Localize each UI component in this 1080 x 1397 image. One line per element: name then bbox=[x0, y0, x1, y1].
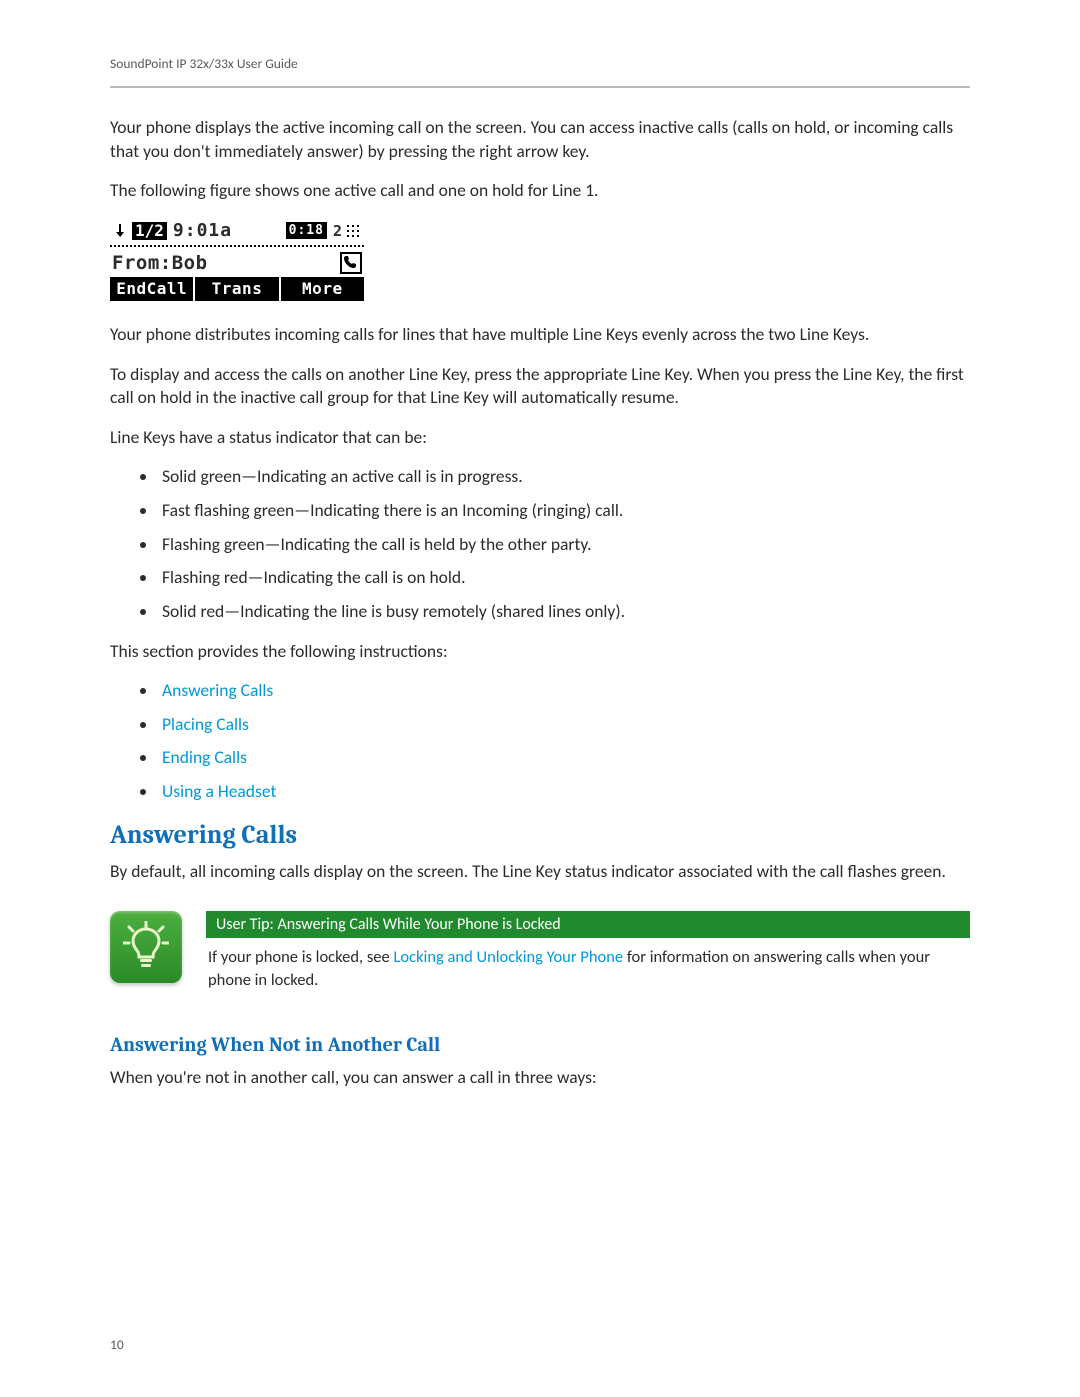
lcd-softkey-bar: EndCall Trans More bbox=[110, 277, 364, 301]
paragraph: This section provides the following inst… bbox=[110, 640, 970, 664]
list-item: Using a Headset bbox=[158, 780, 970, 804]
link-using-headset[interactable]: Using a Headset bbox=[162, 780, 276, 802]
lcd-status-bar: 1/2 9:01a 0:18 2 bbox=[110, 219, 364, 247]
tip-text: If your phone is locked, see Locking and… bbox=[208, 946, 970, 991]
paragraph: Your phone displays the active incoming … bbox=[110, 116, 970, 163]
list-item: Solid green—Indicating an active call is… bbox=[158, 465, 970, 489]
paragraph: Your phone distributes incoming calls fo… bbox=[110, 323, 970, 347]
list-item: Flashing red—Indicating the call is on h… bbox=[158, 566, 970, 590]
header-rule bbox=[110, 86, 970, 88]
user-tip-callout: User Tip: Answering Calls While Your Pho… bbox=[110, 911, 970, 991]
lightbulb-icon bbox=[110, 911, 182, 983]
link-ending-calls[interactable]: Ending Calls bbox=[162, 746, 247, 768]
page-number: 10 bbox=[110, 1336, 124, 1353]
down-arrow-icon bbox=[112, 223, 128, 239]
paragraph: The following figure shows one active ca… bbox=[110, 179, 970, 203]
status-indicator-list: Solid green—Indicating an active call is… bbox=[110, 465, 970, 623]
list-item: Answering Calls bbox=[158, 679, 970, 703]
list-item: Placing Calls bbox=[158, 713, 970, 737]
tip-text-pre: If your phone is locked, see bbox=[208, 947, 393, 967]
phone-lcd-figure: 1/2 9:01a 0:18 2 From:Bob bbox=[110, 219, 364, 301]
link-answering-calls[interactable]: Answering Calls bbox=[162, 679, 273, 701]
handset-icon bbox=[340, 252, 362, 274]
lcd-caller-row: From:Bob bbox=[110, 247, 364, 277]
link-placing-calls[interactable]: Placing Calls bbox=[162, 713, 249, 735]
softkey-more: More bbox=[281, 277, 364, 301]
list-item: Fast flashing green—Indicating there is … bbox=[158, 499, 970, 523]
paragraph: When you're not in another call, you can… bbox=[110, 1066, 970, 1090]
softkey-endcall: EndCall bbox=[110, 277, 195, 301]
running-header: SoundPoint IP 32x/33x User Guide bbox=[110, 55, 970, 72]
page: SoundPoint IP 32x/33x User Guide Your ph… bbox=[0, 0, 1080, 1397]
paragraph: By default, all incoming calls display o… bbox=[110, 860, 970, 884]
lcd-from-label: From:Bob bbox=[112, 252, 208, 274]
section-toc: Answering Calls Placing Calls Ending Cal… bbox=[110, 679, 970, 804]
lcd-call-duration: 0:18 bbox=[286, 222, 327, 239]
lcd-call-index: 1/2 bbox=[132, 222, 167, 240]
list-item: Flashing green—Indicating the call is he… bbox=[158, 533, 970, 557]
paragraph: To display and access the calls on anoth… bbox=[110, 363, 970, 410]
paragraph: Line Keys have a status indicator that c… bbox=[110, 426, 970, 450]
softkey-trans: Trans bbox=[195, 277, 280, 301]
heading-answering-calls: Answering Calls bbox=[110, 820, 970, 850]
tip-title-bar: User Tip: Answering Calls While Your Pho… bbox=[206, 911, 970, 938]
lcd-call-count: 2 bbox=[333, 222, 342, 240]
list-item: Ending Calls bbox=[158, 746, 970, 770]
link-locking-unlocking[interactable]: Locking and Unlocking Your Phone bbox=[393, 947, 623, 967]
heading-answering-not-in-call: Answering When Not in Another Call bbox=[110, 1033, 970, 1056]
grid-icon bbox=[346, 224, 360, 238]
tip-body: User Tip: Answering Calls While Your Pho… bbox=[206, 911, 970, 991]
lcd-clock: 9:01a bbox=[173, 220, 232, 241]
list-item: Solid red—Indicating the line is busy re… bbox=[158, 600, 970, 624]
